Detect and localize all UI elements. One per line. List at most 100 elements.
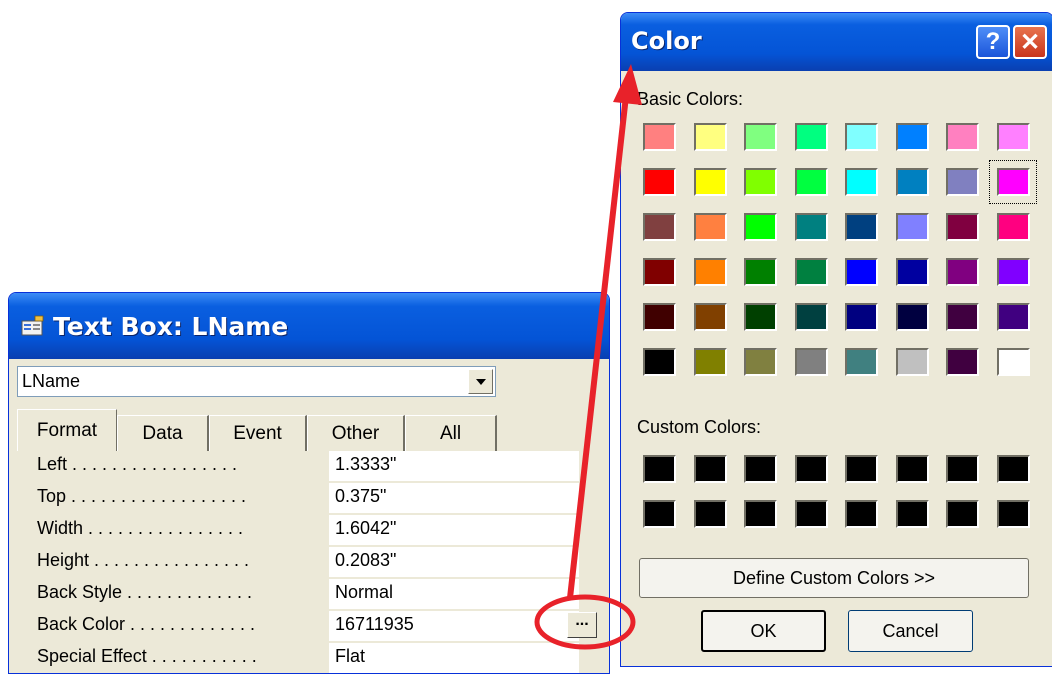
basic-color-swatch[interactable] <box>946 303 979 331</box>
color-dialog: Color ? ✕ Basic Colors: Custom Colors: D… <box>620 12 1052 667</box>
property-sheet-window: Text Box: LName LName Format Data Event … <box>8 292 610 674</box>
custom-color-swatch[interactable] <box>643 500 676 528</box>
color-dialog-titlebar[interactable]: Color ? ✕ <box>621 13 1052 71</box>
basic-color-swatch[interactable] <box>946 348 979 376</box>
property-value[interactable]: 16711935 <box>329 611 579 641</box>
property-value[interactable]: 0.375" <box>329 483 579 513</box>
basic-color-swatch[interactable] <box>895 303 929 331</box>
basic-color-swatch[interactable] <box>744 213 777 241</box>
tab-data[interactable]: Data <box>117 415 209 451</box>
basic-color-swatch[interactable] <box>643 258 676 286</box>
property-row-height[interactable]: Height . . . . . . . . . . . . . . . . 0… <box>27 547 579 579</box>
custom-color-swatch[interactable] <box>895 455 929 483</box>
property-value[interactable]: Flat <box>329 643 579 673</box>
basic-color-swatch[interactable] <box>996 348 1030 376</box>
basic-color-swatch[interactable] <box>895 258 929 286</box>
custom-color-swatch[interactable] <box>744 455 777 483</box>
define-custom-colors-button[interactable]: Define Custom Colors >> <box>639 558 1029 598</box>
property-value[interactable]: Normal <box>329 579 579 609</box>
custom-color-swatch[interactable] <box>744 500 777 528</box>
custom-color-swatch[interactable] <box>794 455 828 483</box>
property-label: Special Effect . . . . . . . . . . . <box>37 646 257 666</box>
basic-color-swatch[interactable] <box>946 123 979 151</box>
cancel-button[interactable]: Cancel <box>848 610 973 652</box>
custom-color-swatch[interactable] <box>845 455 878 483</box>
ok-button[interactable]: OK <box>701 610 826 652</box>
basic-color-swatch[interactable] <box>794 168 828 196</box>
custom-color-swatch[interactable] <box>794 500 828 528</box>
custom-color-swatch[interactable] <box>946 500 979 528</box>
basic-color-swatch[interactable] <box>996 258 1030 286</box>
basic-color-swatch[interactable] <box>794 123 828 151</box>
basic-color-swatch[interactable] <box>794 213 828 241</box>
basic-color-swatch[interactable] <box>794 303 828 331</box>
basic-color-swatch[interactable] <box>744 168 777 196</box>
property-label: Back Color . . . . . . . . . . . . . <box>37 614 256 634</box>
basic-color-swatch[interactable] <box>996 123 1030 151</box>
property-row-special-effect[interactable]: Special Effect . . . . . . . . . . . Fla… <box>27 643 579 673</box>
basic-color-swatch[interactable] <box>744 348 777 376</box>
basic-color-swatch[interactable] <box>845 168 878 196</box>
basic-color-swatch[interactable] <box>794 258 828 286</box>
custom-color-swatch[interactable] <box>845 500 878 528</box>
tab-format[interactable]: Format <box>17 409 117 451</box>
basic-color-swatch[interactable] <box>996 303 1030 331</box>
dropdown-arrow-icon[interactable] <box>468 369 493 394</box>
basic-color-swatch[interactable] <box>643 123 676 151</box>
basic-color-swatch[interactable] <box>693 168 727 196</box>
property-row-top[interactable]: Top . . . . . . . . . . . . . . . . . . … <box>27 483 579 515</box>
property-row-left[interactable]: Left . . . . . . . . . . . . . . . . . 1… <box>27 451 579 483</box>
property-label: Width . . . . . . . . . . . . . . . . <box>37 518 244 538</box>
property-row-back-style[interactable]: Back Style . . . . . . . . . . . . . Nor… <box>27 579 579 611</box>
basic-color-swatch[interactable] <box>693 303 727 331</box>
basic-color-swatch[interactable] <box>845 213 878 241</box>
tab-all[interactable]: All <box>405 415 497 451</box>
basic-color-swatch[interactable] <box>946 168 979 196</box>
help-button[interactable]: ? <box>976 25 1010 59</box>
custom-color-swatch[interactable] <box>895 500 929 528</box>
close-icon: ✕ <box>1019 28 1041 56</box>
property-value[interactable]: 0.2083" <box>329 547 579 577</box>
tab-other[interactable]: Other <box>307 415 405 451</box>
basic-color-swatch[interactable] <box>693 258 727 286</box>
property-value[interactable]: 1.6042" <box>329 515 579 545</box>
property-row-width[interactable]: Width . . . . . . . . . . . . . . . . 1.… <box>27 515 579 547</box>
basic-color-swatch[interactable] <box>643 168 676 196</box>
basic-color-swatch[interactable] <box>946 258 979 286</box>
basic-color-swatch[interactable] <box>845 303 878 331</box>
basic-color-swatch[interactable] <box>996 213 1030 241</box>
custom-color-swatch[interactable] <box>996 455 1030 483</box>
object-selector-combo[interactable]: LName <box>17 366 496 397</box>
custom-color-swatch[interactable] <box>693 455 727 483</box>
property-sheet-titlebar[interactable]: Text Box: LName <box>9 293 609 359</box>
basic-color-swatch[interactable] <box>693 123 727 151</box>
basic-color-swatch[interactable] <box>895 168 929 196</box>
basic-color-swatch[interactable] <box>744 303 777 331</box>
basic-color-swatch[interactable] <box>744 123 777 151</box>
basic-color-swatch[interactable] <box>794 348 828 376</box>
property-value[interactable]: 1.3333" <box>329 451 579 481</box>
basic-color-swatch[interactable] <box>744 258 777 286</box>
basic-color-swatch[interactable] <box>693 213 727 241</box>
basic-color-swatch[interactable] <box>895 348 929 376</box>
help-icon: ? <box>985 28 1001 55</box>
basic-color-swatch[interactable] <box>895 213 929 241</box>
basic-color-swatch[interactable] <box>845 348 878 376</box>
close-button[interactable]: ✕ <box>1013 25 1047 59</box>
basic-color-swatch[interactable] <box>946 213 979 241</box>
properties-icon <box>21 315 45 337</box>
custom-color-swatch[interactable] <box>643 455 676 483</box>
tab-event[interactable]: Event <box>209 415 307 451</box>
basic-color-swatch[interactable] <box>693 348 727 376</box>
builder-button[interactable]: ... <box>567 612 597 638</box>
basic-color-swatch[interactable] <box>895 123 929 151</box>
basic-color-swatch[interactable] <box>643 213 676 241</box>
basic-color-swatch[interactable] <box>845 123 878 151</box>
custom-color-swatch[interactable] <box>946 455 979 483</box>
basic-color-swatch[interactable] <box>643 348 676 376</box>
basic-color-swatch[interactable] <box>643 303 676 331</box>
custom-color-swatch[interactable] <box>693 500 727 528</box>
custom-color-swatch[interactable] <box>996 500 1030 528</box>
property-row-back-color[interactable]: Back Color . . . . . . . . . . . . . 167… <box>27 611 579 643</box>
basic-color-swatch[interactable] <box>845 258 878 286</box>
